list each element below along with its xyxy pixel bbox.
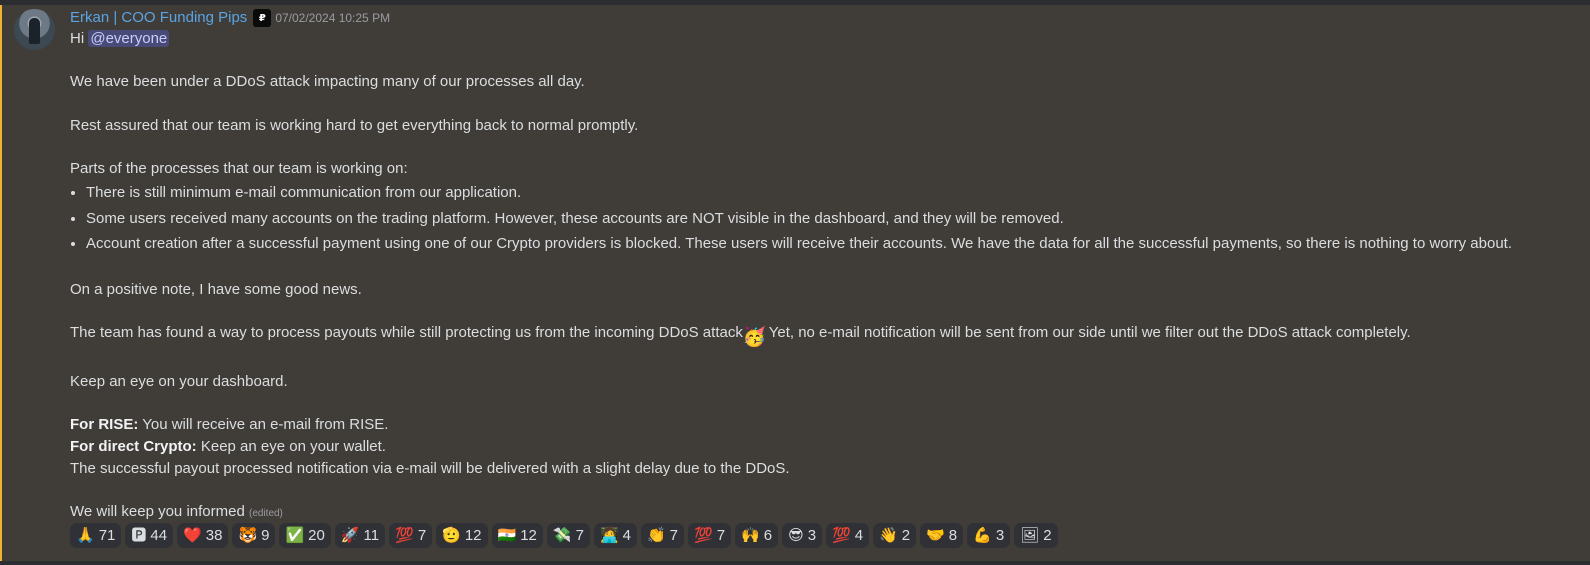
- timestamp[interactable]: 07/02/2024 10:25 PM: [275, 11, 390, 25]
- paragraph-good-news: On a positive note, I have some good new…: [70, 280, 362, 298]
- paragraph-team: Rest assured that our team is working ha…: [70, 116, 639, 134]
- reaction-icon: 🤝: [926, 526, 945, 544]
- crypto-line: For direct Crypto: Keep an eye on your w…: [70, 436, 1570, 458]
- reaction-icon: 💯: [395, 526, 414, 544]
- avatar[interactable]: [14, 9, 55, 50]
- reaction-count: 8: [948, 527, 958, 544]
- reaction-count: 7: [417, 527, 427, 544]
- paragraph-dashboard: Keep an eye on your dashboard.: [70, 372, 288, 390]
- bottom-separator: [0, 561, 1590, 565]
- rise-text: You will receive an e-mail from RISE.: [138, 416, 389, 434]
- reaction[interactable]: 💯 7: [688, 523, 732, 548]
- reaction-count: 38: [205, 527, 223, 544]
- mention-highlight-bar: [0, 5, 2, 565]
- reaction-icon: 👋: [879, 526, 898, 544]
- reaction-icon: ❤️: [183, 526, 202, 544]
- payouts-text-a: The team has found a way to process payo…: [70, 324, 743, 342]
- paragraph-ddos: We have been under a DDoS attack impacti…: [70, 73, 585, 91]
- reaction-icon: 🧑‍💻: [599, 526, 619, 544]
- reaction-count: 6: [763, 527, 773, 544]
- top-separator: [0, 0, 1590, 5]
- reaction[interactable]: 🚀 11: [334, 523, 386, 548]
- reaction[interactable]: 🧑‍💻 4: [593, 523, 637, 548]
- paragraph-delay: The successful payout processed notifica…: [70, 459, 790, 477]
- reaction-count: 4: [854, 527, 864, 544]
- list-item: There is still minimum e-mail communicat…: [86, 180, 1570, 206]
- reaction-icon: 🙌: [741, 526, 760, 544]
- list-item: Account creation after a successful paym…: [86, 231, 1570, 257]
- reaction[interactable]: 👏 7: [640, 523, 684, 548]
- rise-line: For RISE: You will receive an e-mail fro…: [70, 414, 1570, 436]
- reaction-count: 9: [261, 527, 270, 544]
- paragraph-processes: Parts of the processes that our team is …: [70, 160, 408, 178]
- reaction[interactable]: 💯 7: [389, 523, 433, 548]
- paragraph-payouts: The team has found a way to process payo…: [70, 322, 1570, 349]
- reaction-count: 7: [575, 527, 584, 544]
- reaction[interactable]: 🙌 6: [735, 523, 779, 548]
- reaction[interactable]: ✅ 20: [279, 523, 331, 548]
- message-header: Erkan | COO Funding Pips ₽ 07/02/2024 10…: [70, 8, 1570, 28]
- reaction[interactable]: 💸 7: [546, 523, 590, 548]
- avatar-figure: [29, 18, 40, 44]
- party-face-emoji[interactable]: 🥳: [743, 327, 767, 349]
- message: Erkan | COO Funding Pips ₽ 07/02/2024 10…: [70, 8, 1570, 525]
- reaction-icon: 💯: [694, 526, 713, 544]
- funding-pips-icon[interactable]: ₽: [253, 9, 272, 27]
- reaction[interactable]: 🅿 44: [125, 523, 174, 548]
- reaction-count: 20: [308, 527, 325, 544]
- reaction-icon: 🖼: [1020, 526, 1040, 544]
- reaction-icon: 🐯: [238, 526, 258, 544]
- reaction-count: 11: [363, 527, 380, 544]
- author-name[interactable]: Erkan | COO Funding Pips: [70, 8, 247, 28]
- reaction[interactable]: 🫡 12: [436, 523, 488, 548]
- reaction-count: 2: [901, 527, 911, 544]
- reaction-icon: 🚀: [340, 526, 360, 544]
- reaction-icon: 🅿: [131, 526, 147, 544]
- reaction-count: 2: [1043, 527, 1052, 544]
- reaction-icon: 💯: [832, 526, 851, 544]
- list-item: Some users received many accounts on the…: [86, 206, 1570, 232]
- greeting: Hi: [70, 30, 85, 47]
- informed-text: We will keep you informed: [70, 502, 245, 520]
- reaction[interactable]: ❤️ 38: [177, 523, 229, 548]
- greeting-line: Hi @everyone: [70, 28, 1570, 50]
- reaction[interactable]: 🙏 71: [70, 523, 122, 548]
- reaction-icon: 👏: [646, 526, 666, 544]
- reaction[interactable]: 💪 3: [967, 523, 1011, 548]
- reaction-icon: 🙏: [76, 526, 95, 544]
- reaction[interactable]: 💯 4: [826, 523, 870, 548]
- reaction-count: 3: [807, 527, 817, 544]
- edited-label: (edited): [248, 507, 283, 519]
- crypto-label: For direct Crypto:: [70, 437, 197, 455]
- crypto-text: Keep an eye on your wallet.: [196, 437, 386, 455]
- paragraph-informed: We will keep you informed (edited): [70, 501, 1570, 525]
- reaction-count: 12: [520, 527, 537, 544]
- reaction-count: 71: [98, 527, 116, 544]
- payouts-text-b: Yet, no e-mail notification will be sent…: [764, 324, 1411, 342]
- reactions-bar: 🙏 71 🅿 44 ❤️ 38 🐯 9 ✅ 20 🚀 11 💯 7 🫡 12 🇮🇳 12 💸 7 🧑…: [70, 523, 1058, 548]
- reaction-icon: 💪: [973, 526, 992, 544]
- process-list: There is still minimum e-mail communicat…: [70, 180, 1570, 257]
- reaction-icon: 💸: [552, 526, 572, 544]
- reaction[interactable]: 👋 2: [873, 523, 917, 548]
- reaction[interactable]: 😎 3: [782, 523, 823, 548]
- reaction-count: 44: [150, 527, 168, 544]
- everyone-mention[interactable]: @everyone: [88, 30, 170, 47]
- reaction-count: 12: [464, 527, 482, 544]
- reaction-count: 7: [669, 527, 678, 544]
- reaction[interactable]: 🖼 2: [1014, 523, 1058, 548]
- reaction[interactable]: 🇮🇳 12: [491, 523, 543, 548]
- reaction-icon: 😎: [788, 526, 804, 544]
- reaction[interactable]: 🤝 8: [920, 523, 964, 548]
- reaction-icon: ✅: [285, 526, 305, 544]
- reaction-count: 7: [716, 527, 726, 544]
- reaction-count: 4: [622, 527, 631, 544]
- reaction[interactable]: 🐯 9: [232, 523, 276, 548]
- reaction-icon: 🫡: [442, 526, 461, 544]
- rise-label: For RISE:: [70, 416, 139, 434]
- reaction-icon: 🇮🇳: [497, 526, 517, 544]
- reaction-count: 3: [995, 527, 1005, 544]
